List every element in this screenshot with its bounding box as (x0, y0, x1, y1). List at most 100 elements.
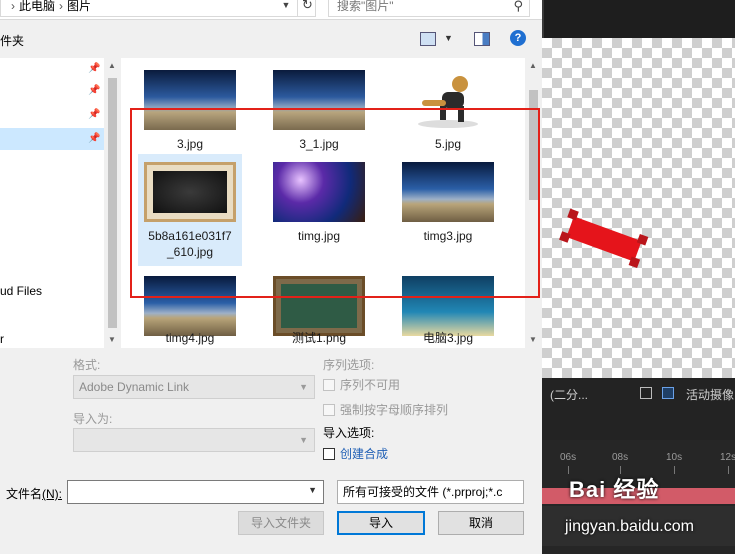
import-options-label: 导入选项: (323, 426, 375, 440)
checkbox-box (323, 404, 335, 416)
chevron-down-icon: ▼ (299, 435, 308, 445)
image-thumbnail (273, 276, 365, 336)
search-input[interactable]: 搜索"图片" ⚲ (328, 0, 530, 17)
file-name: timg3.jpg (423, 229, 473, 243)
cancel-button[interactable]: 取消 (438, 511, 524, 535)
scroll-down-icon[interactable]: ▼ (525, 332, 541, 348)
image-thumbnail (402, 162, 494, 222)
file-list: 3.jpg 3_1.jpg 5.jpg 5b8a161e031f7 _610.j… (121, 58, 542, 348)
image-thumbnail (273, 162, 365, 222)
sequence-options-label: 序列选项: (323, 358, 375, 372)
grid-toggle-icon[interactable] (640, 387, 652, 399)
refresh-icon[interactable]: ↻ (297, 0, 317, 17)
pin-icon: 📌 (88, 85, 101, 96)
file-item-timg3-jpg[interactable]: timg3.jpg (396, 154, 500, 264)
file-item-test1-png[interactable]: 测试1.png (267, 268, 371, 348)
breadcrumb-this-pc[interactable]: 此电脑 (19, 0, 55, 13)
format-select[interactable]: Adobe Dynamic Link ▼ (73, 375, 315, 399)
screen: { "dialog": { "breadcrumb": ["此电脑", "图片"… (0, 0, 735, 554)
preview-pane-icon[interactable] (474, 32, 490, 46)
format-label: 格式: (73, 358, 101, 372)
checkbox-box (323, 448, 335, 460)
create-composition-checkbox[interactable]: 创建合成 (323, 445, 388, 462)
pin-icon: 📌 (88, 63, 101, 74)
import-button[interactable]: 导入 (337, 511, 425, 535)
breadcrumb-pictures[interactable]: 图片 (67, 0, 91, 13)
transparency-grid-icon[interactable] (662, 387, 674, 399)
image-thumbnail (402, 276, 494, 336)
help-icon[interactable]: ? (510, 30, 526, 46)
scroll-up-icon[interactable]: ▲ (104, 58, 120, 74)
file-name: timg.jpg (297, 229, 341, 243)
navigation-pane: 📌 📌 📌 📌 ud Files r ▲ ▼ (0, 58, 120, 348)
file-name: 5.jpg (434, 137, 462, 151)
watermark-brand: Bai 经验 (569, 477, 660, 502)
chevron-right-icon: › (11, 0, 15, 13)
file-type-filter-value: 所有可接受的文件 (*.prproj;*.c (343, 485, 503, 499)
nav-item[interactable]: r (0, 328, 104, 350)
pin-icon: 📌 (88, 109, 101, 120)
image-thumbnail (402, 70, 494, 130)
chevron-down-icon[interactable]: ▼ (444, 33, 453, 47)
import-options-panel: 格式: Adobe Dynamic Link ▼ 导入为: ▼ 序列选项: 序列… (0, 348, 542, 554)
file-item-timg-jpg[interactable]: timg.jpg (267, 154, 371, 264)
baidu-watermark: Bai 经验 jingyan.baidu.com (555, 472, 735, 550)
sequence-checkbox[interactable]: 序列不可用 (323, 376, 400, 393)
ruler-label: 12s (720, 452, 735, 463)
image-thumbnail (273, 70, 365, 130)
ruler-label: 06s (560, 452, 577, 463)
nav-item[interactable]: 📌 (0, 80, 104, 102)
file-name-line-2: _610.jpg (166, 245, 214, 259)
file-name: 3_1.jpg (299, 137, 339, 151)
address-bar: › 此电脑 › 图片 ▼ ↻ 搜索"图片" ⚲ (0, 0, 542, 20)
breadcrumb[interactable]: › 此电脑 › 图片 (0, 0, 316, 17)
nav-item-cloud-files[interactable]: ud Files (0, 280, 104, 302)
file-list-scroll-thumb[interactable] (529, 90, 538, 200)
nav-item[interactable]: 📌 (0, 58, 104, 80)
toolbar: 件夹 ▼ ? (0, 20, 542, 58)
scroll-down-icon[interactable]: ▼ (104, 332, 120, 348)
chevron-down-icon[interactable]: ▼ (276, 0, 296, 17)
create-composition-label: 创建合成 (340, 447, 389, 461)
new-folder-button[interactable]: 件夹 (0, 32, 24, 49)
skateboard-layer[interactable] (559, 208, 649, 269)
image-thumbnail (144, 162, 236, 222)
file-name-line-1: 5b8a161e031f7 (148, 229, 232, 243)
watermark-url: jingyan.baidu.com (565, 518, 694, 535)
kungfu-figure-icon (418, 76, 478, 128)
scroll-up-icon[interactable]: ▲ (525, 58, 541, 74)
filename-input[interactable]: ▼ (67, 480, 324, 504)
import-folder-button[interactable]: 导入文件夹 (238, 511, 324, 535)
file-type-filter[interactable]: 所有可接受的文件 (*.prproj;*.c (337, 480, 524, 504)
chevron-down-icon[interactable]: ▼ (308, 485, 317, 495)
file-item-computer3-jpg[interactable]: 电脑3.jpg (396, 268, 500, 348)
search-placeholder: 搜索"图片" (337, 0, 394, 13)
filename-label: 文件名(N): (6, 487, 63, 501)
file-item-5b8a161e031f7-610-jpg[interactable]: 5b8a161e031f7 _610.jpg (138, 154, 242, 266)
background-app: (二分... 活动摄像 06s 08s 10s 12s (542, 0, 735, 554)
nav-item[interactable]: 📌 (0, 104, 104, 126)
import-as-select[interactable]: ▼ (73, 428, 315, 452)
active-camera-select[interactable]: 活动摄像 (686, 386, 734, 403)
composition-viewer[interactable] (542, 38, 735, 378)
sequence-unavailable-label: 序列不可用 (340, 378, 401, 392)
force-alpha-label: 强制按字母顺序排列 (340, 403, 449, 417)
file-item-timg4-jpg[interactable]: timg4.jpg (138, 268, 242, 348)
format-value: Adobe Dynamic Link (79, 380, 190, 394)
file-name: 电脑3.jpg (422, 331, 474, 345)
import-dialog: › 此电脑 › 图片 ▼ ↻ 搜索"图片" ⚲ 件夹 ▼ ? 📌 📌 📌 📌 ud F… (0, 0, 542, 554)
import-as-label: 导入为: (73, 412, 113, 426)
ruler-label: 10s (666, 452, 683, 463)
nav-item-pictures[interactable]: 📌 (0, 128, 104, 150)
nav-scrollbar[interactable]: ▲ ▼ (104, 58, 120, 348)
ruler-label: 08s (612, 452, 629, 463)
resolution-select[interactable]: (二分... (550, 386, 588, 403)
nav-scroll-thumb[interactable] (108, 78, 117, 328)
file-list-scrollbar[interactable]: ▲ ▼ (525, 58, 542, 348)
nav-item-label: ud Files (0, 284, 43, 298)
search-icon: ⚲ (513, 0, 523, 13)
file-name: 5b8a161e031f7 _610.jpg (138, 228, 242, 260)
view-icon[interactable] (420, 32, 436, 46)
force-alpha-checkbox[interactable]: 强制按字母顺序排列 (323, 401, 448, 418)
file-name: 3.jpg (176, 137, 204, 151)
